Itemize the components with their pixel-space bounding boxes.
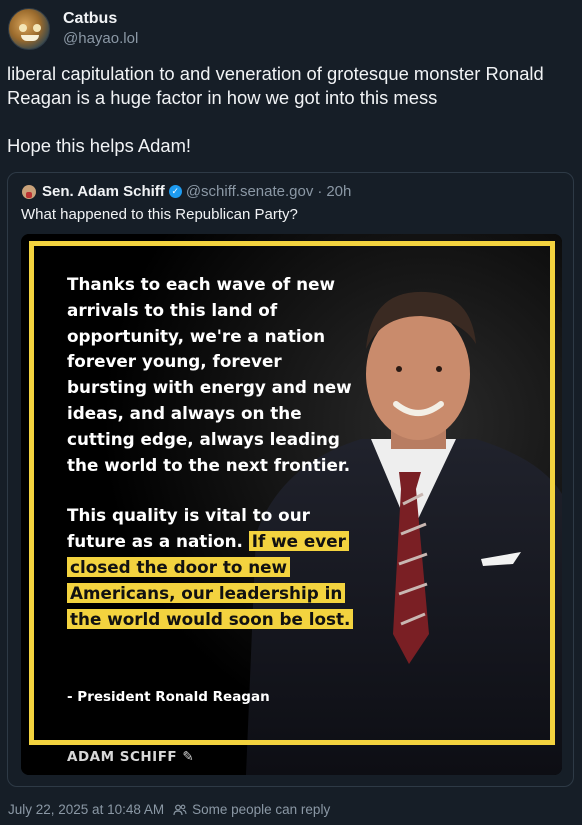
quoted-post-header: Sen. Adam Schiff ✓ @schiff.senate.gov · … bbox=[22, 183, 351, 200]
people-icon bbox=[173, 804, 187, 816]
quote-paragraph-2: This quality is vital to our future as a… bbox=[67, 503, 357, 632]
post-text-line1: liberal capitulation to and veneration o… bbox=[7, 63, 544, 108]
quote-paragraph-1: Thanks to each wave of new arrivals to t… bbox=[67, 274, 352, 475]
reply-setting[interactable]: Some people can reply bbox=[192, 802, 330, 817]
quoted-handle[interactable]: @schiff.senate.gov bbox=[186, 183, 314, 200]
signature-icon: ✎ bbox=[182, 749, 195, 765]
quoted-time[interactable]: 20h bbox=[326, 183, 351, 200]
quoted-post-image[interactable]: Thanks to each wave of new arrivals to t… bbox=[21, 234, 562, 775]
author-names: Catbus @hayao.lol bbox=[63, 9, 138, 49]
post-timestamp[interactable]: July 22, 2025 at 10:48 AM bbox=[8, 802, 164, 817]
reagan-quote: Thanks to each wave of new arrivals to t… bbox=[67, 272, 357, 632]
quoted-display-name[interactable]: Sen. Adam Schiff bbox=[42, 183, 165, 200]
adam-schiff-brand: ADAM SCHIFF ✎ bbox=[67, 749, 194, 765]
quoted-post-text: What happened to this Republican Party? bbox=[21, 206, 298, 223]
post-text: liberal capitulation to and veneration o… bbox=[7, 62, 573, 158]
schiff-avatar-icon[interactable] bbox=[22, 184, 36, 199]
quote-attribution: - President Ronald Reagan bbox=[67, 689, 270, 705]
author-display-name[interactable]: Catbus bbox=[63, 9, 138, 29]
author-handle[interactable]: @hayao.lol bbox=[63, 29, 138, 49]
catbus-avatar-icon[interactable] bbox=[8, 8, 50, 50]
post-header: Catbus @hayao.lol bbox=[8, 8, 138, 50]
post-text-line2: Hope this helps Adam! bbox=[7, 135, 192, 156]
post-footer: July 22, 2025 at 10:48 AM Some people ca… bbox=[8, 802, 330, 817]
brand-text: ADAM SCHIFF bbox=[67, 749, 178, 765]
verified-badge-icon: ✓ bbox=[168, 185, 182, 198]
quoted-post[interactable]: Sen. Adam Schiff ✓ @schiff.senate.gov · … bbox=[7, 172, 574, 787]
separator-dot: · bbox=[317, 183, 323, 200]
